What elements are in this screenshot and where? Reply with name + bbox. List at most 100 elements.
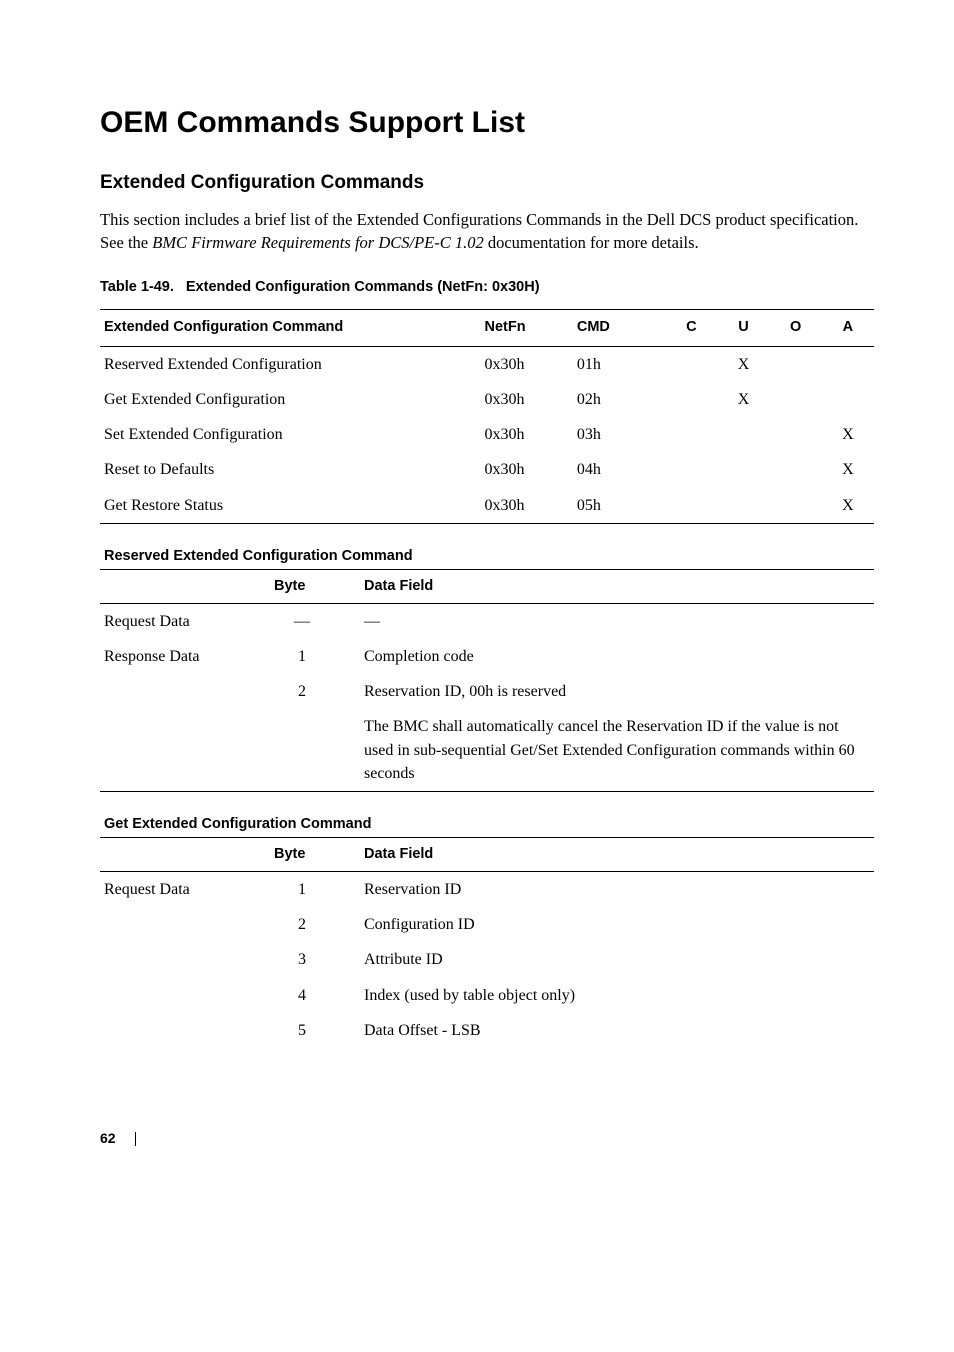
cell: 03h: [573, 417, 665, 452]
cell: [717, 452, 769, 487]
table-row: 3 Attribute ID: [100, 942, 874, 977]
cell: [770, 382, 822, 417]
cell: Attribute ID: [360, 942, 874, 977]
cell: [770, 417, 822, 452]
cell: [100, 978, 270, 1013]
cell: 1: [270, 639, 360, 674]
cell: Reservation ID: [360, 871, 874, 907]
cell: [822, 346, 874, 382]
th-o: O: [770, 310, 822, 347]
cell: 0x30h: [480, 417, 572, 452]
cell: 5: [270, 1013, 360, 1048]
cell: 0x30h: [480, 382, 572, 417]
cell: Reserved Extended Configuration: [100, 346, 480, 382]
cell: Get Restore Status: [100, 488, 480, 524]
page-number: 62: [100, 1130, 116, 1146]
cell: 01h: [573, 346, 665, 382]
table-row: The BMC shall automatically cancel the R…: [100, 709, 874, 791]
th-blank: [100, 837, 270, 871]
cell: [100, 942, 270, 977]
cell: —: [360, 603, 874, 639]
header-row: Byte Data Field: [100, 569, 874, 603]
th-u: U: [717, 310, 769, 347]
header-row: Byte Data Field: [100, 837, 874, 871]
cell: X: [717, 382, 769, 417]
table-row: 5 Data Offset - LSB: [100, 1013, 874, 1048]
table-row: Set Extended Configuration 0x30h 03h X: [100, 417, 874, 452]
cell: [100, 1013, 270, 1048]
cell: [770, 346, 822, 382]
th-cmd: CMD: [573, 310, 665, 347]
table-row: Request Data — —: [100, 603, 874, 639]
th-datafield: Data Field: [360, 837, 874, 871]
cell: [717, 417, 769, 452]
cell: [100, 674, 270, 709]
table-header-row: Extended Configuration Command NetFn CMD…: [100, 310, 874, 347]
cell: Response Data: [100, 639, 270, 674]
th-byte: Byte: [270, 837, 360, 871]
cell: 0x30h: [480, 488, 572, 524]
section-title-row: Reserved Extended Configuration Command: [100, 540, 874, 570]
cell: Completion code: [360, 639, 874, 674]
cell: [100, 709, 270, 791]
cell: 0x30h: [480, 452, 572, 487]
table-reserved-extended: Reserved Extended Configuration Command …: [100, 540, 874, 792]
cell: 1: [270, 871, 360, 907]
th-c: C: [665, 310, 717, 347]
cell: 04h: [573, 452, 665, 487]
cell: Data Offset - LSB: [360, 1013, 874, 1048]
table-row: Response Data 1 Completion code: [100, 639, 874, 674]
page-footer: 62: [100, 1128, 874, 1149]
th-datafield: Data Field: [360, 569, 874, 603]
table-row: 2 Reservation ID, 00h is reserved: [100, 674, 874, 709]
cell: 2: [270, 907, 360, 942]
cell: [665, 488, 717, 524]
table-row: Get Restore Status 0x30h 05h X: [100, 488, 874, 524]
cell: 4: [270, 978, 360, 1013]
cell: [100, 907, 270, 942]
cell: Request Data: [100, 871, 270, 907]
para-italic: BMC Firmware Requirements for DCS/PE-C 1…: [152, 233, 484, 252]
th-blank: [100, 569, 270, 603]
th-a: A: [822, 310, 874, 347]
caption-prefix: Table 1-49.: [100, 279, 174, 295]
section-heading-extended-config: Extended Configuration Commands: [100, 169, 874, 198]
table-row: Request Data 1 Reservation ID: [100, 871, 874, 907]
th-command: Extended Configuration Command: [100, 310, 480, 347]
cell: [665, 382, 717, 417]
table-row: Get Extended Configuration 0x30h 02h X: [100, 382, 874, 417]
cell: [770, 452, 822, 487]
cell: X: [822, 417, 874, 452]
section-title-row: Get Extended Configuration Command: [100, 808, 874, 838]
cell: [665, 417, 717, 452]
table-row: Reserved Extended Configuration 0x30h 01…: [100, 346, 874, 382]
cell: Reset to Defaults: [100, 452, 480, 487]
table-get-extended: Get Extended Configuration Command Byte …: [100, 808, 874, 1048]
cell: Reservation ID, 00h is reserved: [360, 674, 874, 709]
table-49-caption: Table 1-49. Extended Configuration Comman…: [100, 277, 874, 299]
cell: The BMC shall automatically cancel the R…: [360, 709, 874, 791]
table-49: Extended Configuration Command NetFn CMD…: [100, 309, 874, 524]
cell: [665, 452, 717, 487]
caption-text: Extended Configuration Commands (NetFn: …: [186, 279, 540, 295]
section-title-reserved: Reserved Extended Configuration Command: [100, 540, 874, 570]
cell: [270, 709, 360, 791]
cell: X: [717, 346, 769, 382]
cell: Set Extended Configuration: [100, 417, 480, 452]
section-title-getext: Get Extended Configuration Command: [100, 808, 874, 838]
cell: 2: [270, 674, 360, 709]
table-row: 4 Index (used by table object only): [100, 978, 874, 1013]
th-byte: Byte: [270, 569, 360, 603]
para-text-2: documentation for more details.: [484, 233, 699, 252]
cell: 05h: [573, 488, 665, 524]
intro-paragraph: This section includes a brief list of th…: [100, 208, 874, 256]
footer-divider: [135, 1132, 136, 1146]
cell: [717, 488, 769, 524]
cell: X: [822, 488, 874, 524]
cell: 0x30h: [480, 346, 572, 382]
cell: [770, 488, 822, 524]
cell: 02h: [573, 382, 665, 417]
cell: Configuration ID: [360, 907, 874, 942]
page-title: OEM Commands Support List: [100, 100, 874, 145]
cell: Request Data: [100, 603, 270, 639]
